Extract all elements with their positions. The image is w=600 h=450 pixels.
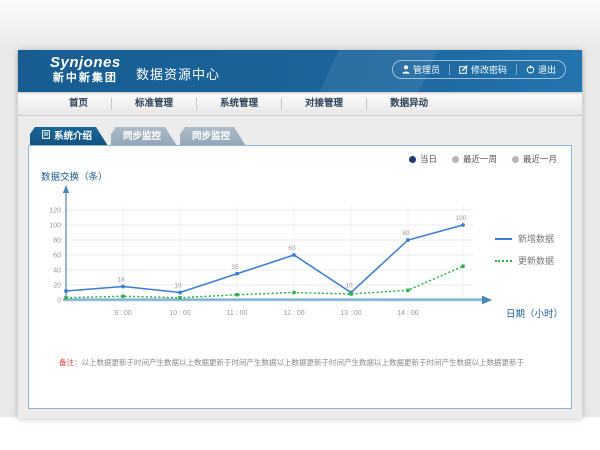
svg-text:10 : 00: 10 : 00 bbox=[169, 310, 191, 317]
nav-item-data-change[interactable]: 数据异动 bbox=[367, 92, 451, 116]
logo-text-en: Synjones bbox=[50, 55, 121, 72]
main-nav: 首页 标准管理 系统管理 对接管理 数据异动 bbox=[18, 92, 582, 116]
svg-text:60: 60 bbox=[288, 245, 296, 252]
legend-label-new-data: 新增数据 bbox=[518, 232, 554, 245]
radio-last-week-label: 最近一周 bbox=[463, 153, 497, 165]
svg-text:10: 10 bbox=[174, 283, 182, 290]
tab-system-intro[interactable]: 系统介绍 bbox=[30, 127, 108, 146]
svg-text:18: 18 bbox=[117, 277, 125, 284]
radio-today[interactable]: 当日 bbox=[409, 153, 437, 165]
nav-item-home[interactable]: 首页 bbox=[46, 92, 111, 116]
user-menu: 管理员 修改密码 退出 bbox=[392, 60, 566, 79]
tab-sync-monitor-1-label: 同步监控 bbox=[123, 127, 161, 146]
logo: Synjones 新中新集团 bbox=[50, 55, 121, 84]
svg-text:120: 120 bbox=[49, 208, 61, 215]
legend-label-update-data: 更新数据 bbox=[518, 254, 554, 267]
radio-last-week[interactable]: 最近一周 bbox=[452, 153, 497, 165]
document-icon bbox=[42, 127, 50, 146]
chart-area: 0 20 40 60 80 100 120 9 : 00 10 : 00 11 : 00 12 : … bbox=[37, 166, 497, 338]
app-header: Synjones 新中新集团 数据资源中心 管理员 修改密码 退出 bbox=[18, 50, 582, 92]
radio-today-label: 当日 bbox=[420, 153, 437, 165]
tab-sync-monitor-2[interactable]: 同步监控 bbox=[180, 127, 246, 146]
svg-text:100: 100 bbox=[49, 223, 61, 230]
user-icon bbox=[402, 65, 410, 74]
legend-item-new-data[interactable]: 新增数据 bbox=[495, 232, 554, 245]
nav-item-system-mgmt[interactable]: 系统管理 bbox=[197, 92, 281, 116]
content-panel: 当日 最近一周 最近一月 数据交换（条） 0204060801001209 : … bbox=[28, 145, 572, 409]
app-window: Synjones 新中新集团 数据资源中心 管理员 修改密码 退出 首页 标准管… bbox=[18, 50, 582, 418]
line-chart: 0 20 40 60 80 100 120 9 : 00 10 : 00 11 : 00 12 : … bbox=[37, 166, 497, 338]
svg-text:20: 20 bbox=[53, 283, 61, 290]
time-range-filter: 当日 最近一周 最近一月 bbox=[409, 153, 557, 165]
svg-text:80: 80 bbox=[402, 230, 410, 237]
user-menu-logout-label: 退出 bbox=[538, 63, 556, 76]
tab-bar: 系统介绍 同步监控 同步监控 bbox=[30, 127, 246, 146]
app-title: 数据资源中心 bbox=[136, 64, 220, 83]
svg-text:60: 60 bbox=[53, 253, 61, 260]
footer-note-text: ：以上数据更新于时间产生数据以上数据更新于时间产生数据以上数据更新于时间产生数据… bbox=[74, 358, 524, 367]
chart-legend: 新增数据 更新数据 bbox=[495, 232, 554, 267]
radio-dot-icon bbox=[512, 156, 519, 163]
footer-note-prefix: 备注 bbox=[59, 358, 74, 367]
radio-last-month-label: 最近一月 bbox=[523, 153, 557, 165]
edit-icon bbox=[459, 65, 468, 74]
svg-text:11 : 00: 11 : 00 bbox=[227, 310, 248, 317]
radio-dot-icon bbox=[452, 156, 459, 163]
user-menu-admin[interactable]: 管理员 bbox=[393, 64, 449, 75]
power-icon bbox=[526, 65, 535, 74]
footer-note: 备注：以上数据更新于时间产生数据以上数据更新于时间产生数据以上数据更新于时间产生… bbox=[59, 357, 524, 368]
radio-dot-icon bbox=[409, 156, 416, 163]
tab-sync-monitor-2-label: 同步监控 bbox=[192, 127, 230, 146]
svg-text:35: 35 bbox=[231, 264, 239, 271]
user-menu-change-password-label: 修改密码 bbox=[471, 63, 507, 76]
tab-sync-monitor-1[interactable]: 同步监控 bbox=[111, 127, 177, 146]
logo-text-cn: 新中新集团 bbox=[50, 72, 121, 84]
svg-text:10: 10 bbox=[345, 283, 353, 290]
solid-line-swatch-icon bbox=[495, 238, 512, 240]
radio-last-month[interactable]: 最近一月 bbox=[512, 153, 557, 165]
user-menu-admin-label: 管理员 bbox=[413, 63, 440, 76]
dotted-line-swatch-icon bbox=[495, 260, 512, 262]
svg-text:14 : 00: 14 : 00 bbox=[397, 310, 419, 317]
chart-x-axis-title: 日期（小时） bbox=[506, 306, 563, 320]
nav-item-docking-mgmt[interactable]: 对接管理 bbox=[282, 92, 366, 116]
nav-item-standard-mgmt[interactable]: 标准管理 bbox=[112, 92, 196, 116]
svg-text:9 : 00: 9 : 00 bbox=[114, 310, 132, 317]
svg-text:80: 80 bbox=[53, 238, 61, 245]
legend-item-update-data[interactable]: 更新数据 bbox=[495, 254, 554, 267]
svg-text:13 : 00: 13 : 00 bbox=[340, 310, 362, 317]
svg-text:0: 0 bbox=[57, 298, 61, 305]
svg-text:40: 40 bbox=[53, 268, 61, 275]
user-menu-logout[interactable]: 退出 bbox=[516, 64, 565, 75]
tab-system-intro-label: 系统介绍 bbox=[54, 127, 92, 146]
svg-text:100: 100 bbox=[456, 215, 467, 222]
svg-text:12 : 00: 12 : 00 bbox=[283, 310, 305, 317]
user-menu-change-password[interactable]: 修改密码 bbox=[449, 64, 516, 75]
